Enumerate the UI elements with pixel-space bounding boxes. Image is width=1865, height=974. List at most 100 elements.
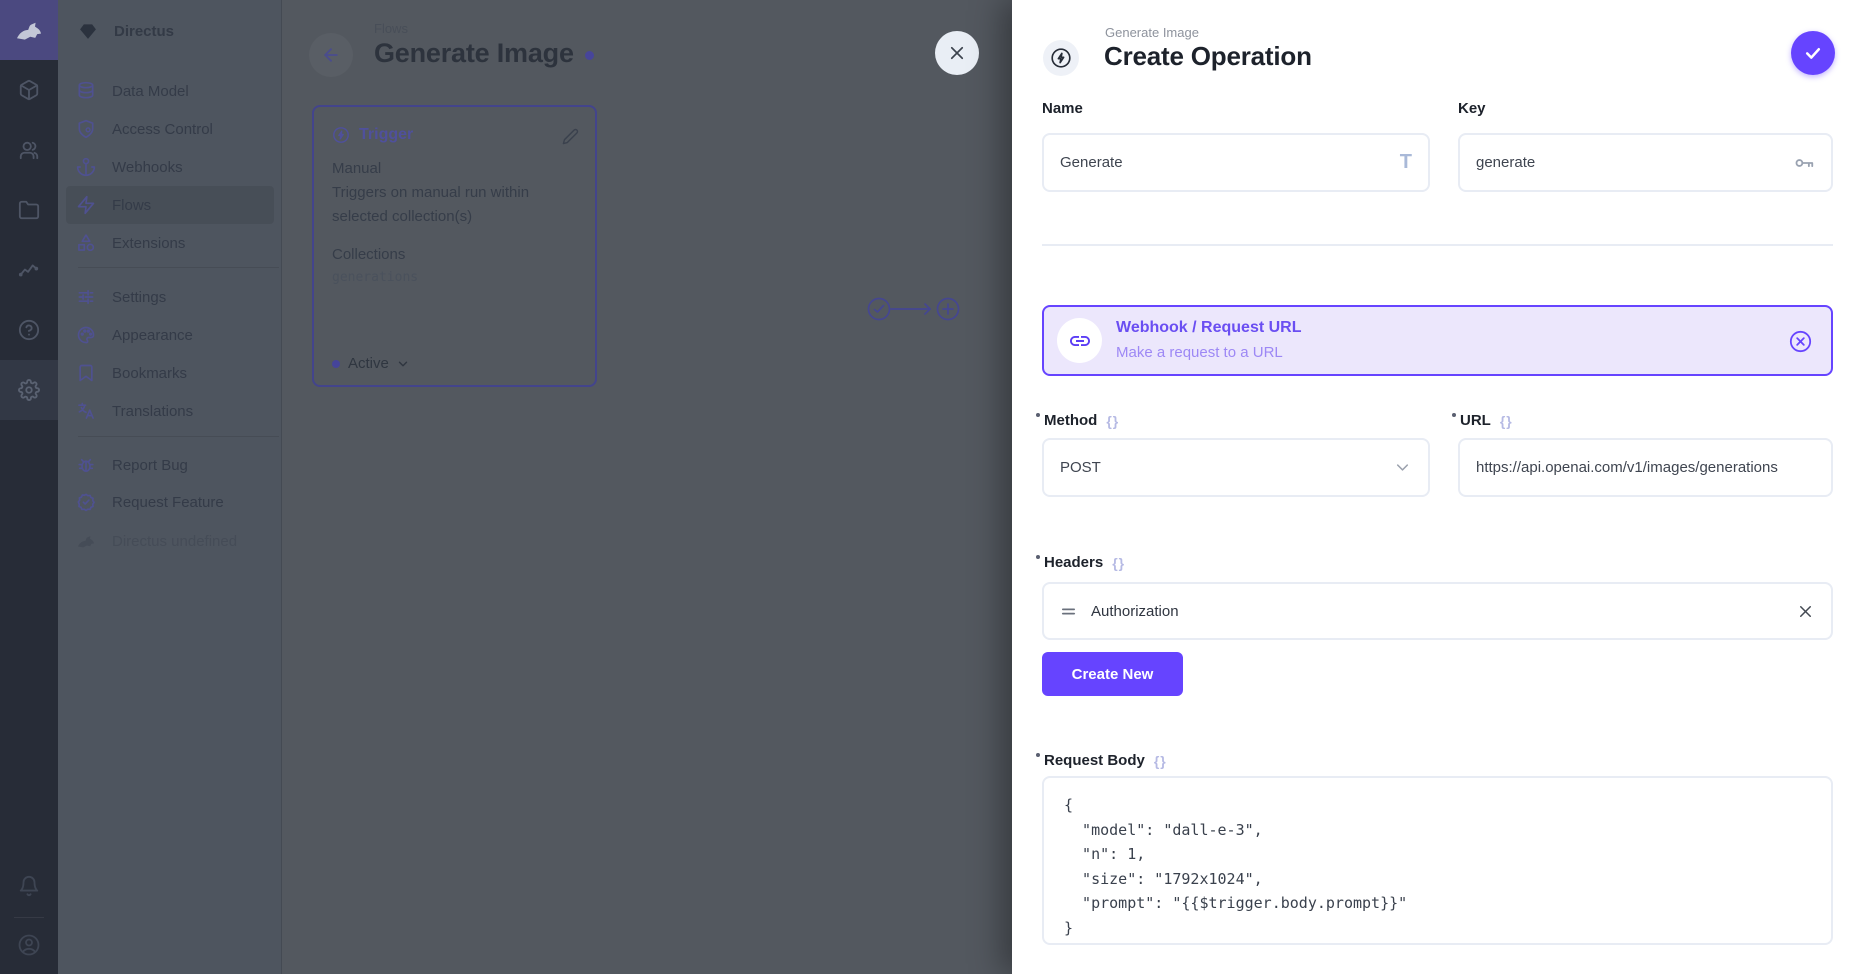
drag-handle-icon[interactable]	[1060, 603, 1077, 620]
module-content[interactable]	[0, 60, 58, 120]
title-formatter-icon: T	[1400, 151, 1412, 174]
module-insights[interactable]	[0, 240, 58, 300]
x-circle-icon	[1788, 329, 1813, 354]
notifications-button[interactable]	[0, 856, 58, 916]
nav-sidebar: Directus Data Model Access Control Webho…	[58, 0, 282, 974]
module-docs[interactable]	[0, 300, 58, 360]
sidebar-item-bookmarks[interactable]: Bookmarks	[66, 354, 274, 392]
unsaved-changes-dot	[585, 51, 594, 60]
sidebar-item-flows[interactable]: Flows	[66, 186, 274, 224]
sidebar-item-access-control[interactable]: Access Control	[66, 110, 274, 148]
edit-trigger-button[interactable]	[562, 128, 579, 145]
back-button[interactable]	[309, 33, 353, 77]
drawer-title: Create Operation	[1104, 41, 1312, 72]
settings-icon	[18, 379, 40, 401]
braces-icon: {}	[1500, 413, 1513, 429]
request-body-editor[interactable]: { "model": "dall-e-3", "n": 1, "size": "…	[1042, 776, 1833, 945]
deselect-operation-type-button[interactable]	[1788, 329, 1813, 354]
header-row[interactable]: Authorization	[1042, 582, 1833, 640]
translate-icon	[76, 401, 96, 421]
sidebar-item-webhooks[interactable]: Webhooks	[66, 148, 274, 186]
check-icon	[1803, 43, 1823, 63]
status-label: Active	[348, 355, 389, 372]
flow-status-toggle[interactable]: Active	[332, 355, 410, 372]
directus-logo-tile[interactable]	[0, 0, 58, 60]
collections-label: Collections	[332, 243, 582, 267]
database-icon	[76, 81, 96, 101]
method-select[interactable]: POST	[1042, 438, 1430, 497]
request-body-code[interactable]: { "model": "dall-e-3", "n": 1, "size": "…	[1044, 778, 1831, 945]
trigger-card-header: Trigger	[332, 126, 413, 144]
bookmark-icon	[76, 363, 96, 383]
sidebar-item-directus-version[interactable]: Directus undefined	[66, 522, 274, 560]
request-body-label: Request Body {}	[1036, 752, 1167, 769]
create-new-button[interactable]: Create New	[1042, 652, 1183, 696]
close-drawer-button[interactable]	[935, 31, 979, 75]
key-label: Key	[1458, 100, 1486, 117]
status-dot	[332, 360, 340, 368]
create-operation-drawer: Generate Image Create Operation Name Key…	[1012, 0, 1865, 974]
page-title-row: Generate Image	[374, 38, 594, 69]
category-icon	[76, 233, 96, 253]
rabbit-icon	[76, 531, 96, 551]
sidebar-item-extensions[interactable]: Extensions	[66, 224, 274, 262]
trigger-card-body: Manual Triggers on manual run within sel…	[332, 157, 582, 288]
flow-connector[interactable]	[866, 295, 961, 323]
module-users[interactable]	[0, 120, 58, 180]
rabbit-icon	[14, 15, 44, 45]
sidebar-item-data-model[interactable]: Data Model	[66, 72, 274, 110]
remove-header-button[interactable]	[1796, 602, 1815, 621]
key-input[interactable]: generate	[1458, 133, 1833, 192]
drawer-context: Generate Image	[1105, 25, 1199, 40]
name-input[interactable]: Generate T	[1042, 133, 1430, 192]
sidebar-item-report-bug[interactable]: Report Bug	[66, 446, 274, 484]
module-settings[interactable]	[0, 360, 58, 420]
operation-type-card[interactable]: Webhook / Request URL Make a request to …	[1042, 305, 1833, 376]
link-icon	[1057, 318, 1102, 363]
bolt-circle-icon	[332, 126, 350, 144]
module-bar	[0, 0, 58, 974]
resolve-node-icon	[869, 299, 890, 320]
box-icon	[18, 79, 40, 101]
save-operation-button[interactable]	[1791, 31, 1835, 75]
nav-divider	[78, 267, 279, 268]
sidebar-item-request-feature[interactable]: Request Feature	[66, 483, 274, 521]
help-icon	[18, 319, 40, 341]
close-icon	[1796, 602, 1815, 621]
bell-icon	[18, 875, 40, 897]
tune-icon	[76, 287, 96, 307]
braces-icon: {}	[1106, 413, 1119, 429]
trigger-card[interactable]: Trigger Manual Triggers on manual run wi…	[312, 105, 597, 387]
url-input[interactable]: https://api.openai.com/v1/images/generat…	[1458, 438, 1833, 497]
directus-flow-editor: { "app": { "brand": "Directus" }, "modul…	[0, 0, 1865, 974]
module-files[interactable]	[0, 180, 58, 240]
trigger-description: Triggers on manual run within selected c…	[332, 181, 582, 229]
chevron-down-icon	[396, 357, 410, 371]
trigger-card-title: Trigger	[359, 126, 413, 144]
flow-canvas: Flows Generate Image Trigger Manual Trig…	[282, 0, 1012, 974]
header-name-input[interactable]: Authorization	[1091, 603, 1796, 620]
page-title: Generate Image	[374, 38, 574, 69]
sidebar-item-appearance[interactable]: Appearance	[66, 316, 274, 354]
user-circle-icon	[17, 933, 41, 957]
palette-icon	[76, 325, 96, 345]
edited-dot	[1036, 555, 1040, 559]
edited-dot	[1036, 753, 1040, 757]
operation-type-title: Webhook / Request URL	[1116, 319, 1302, 337]
bug-icon	[76, 455, 96, 475]
sidebar-item-translations[interactable]: Translations	[66, 392, 274, 430]
close-icon	[948, 44, 966, 62]
breadcrumb[interactable]: Flows	[374, 21, 408, 36]
sidebar-item-settings[interactable]: Settings	[66, 278, 274, 316]
project-name: Directus	[114, 23, 174, 40]
insights-icon	[18, 259, 40, 281]
folder-icon	[18, 199, 40, 221]
gem-icon	[78, 21, 98, 41]
account-button[interactable]	[0, 915, 58, 974]
headers-label: Headers {}	[1036, 554, 1125, 571]
project-chooser[interactable]: Directus	[66, 12, 274, 50]
key-icon	[1793, 152, 1815, 174]
operation-icon	[1043, 40, 1079, 76]
chevron-down-icon	[1393, 458, 1412, 477]
section-divider	[1042, 244, 1833, 246]
